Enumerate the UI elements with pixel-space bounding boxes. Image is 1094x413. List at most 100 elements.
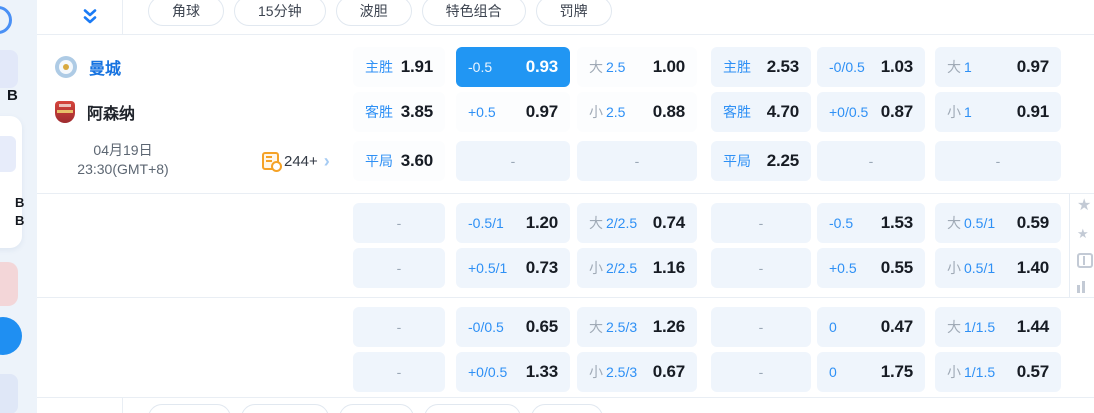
odds-label: 0: [829, 319, 837, 335]
odds-label: 小 2.5: [589, 104, 626, 120]
odds-cell-r2-c5[interactable]: +0/0.5 0.87: [817, 92, 925, 132]
left-sidebar-truncated: B B B: [0, 0, 37, 413]
match-actions-gutter: ★ ★: [1077, 194, 1094, 297]
odds-cell-r2-c3[interactable]: 小 2.5 0.88: [577, 92, 697, 132]
odds-cell-r2-c4[interactable]: 客胜 4.70: [711, 92, 811, 132]
odds-cell-r3-c2[interactable]: -: [456, 141, 570, 181]
odds-panel: 角球 15分钟 波胆 特色组合 罚牌 曼城 阿森纳 04月19日 23:30(GMT+8…: [37, 0, 1094, 413]
odds-cell-r5-c6[interactable]: 小 0.5/1 1.40: [935, 248, 1061, 288]
odds-cell-r3-c3[interactable]: -: [577, 141, 697, 181]
floating-action-button[interactable]: [0, 317, 22, 355]
match-datetime: 04月19日 23:30(GMT+8): [48, 141, 198, 181]
odds-cell-r4-c2[interactable]: -0.5/1 1.20: [456, 203, 570, 243]
market-tab-5[interactable]: 罚牌: [535, 0, 612, 26]
odds-cell-r6-c2[interactable]: -0/0.5 0.65: [456, 307, 570, 347]
next-match-tab-1[interactable]: [148, 404, 231, 413]
odds-cell-r6-c4[interactable]: -: [711, 307, 811, 347]
odds-label: -0.5/1: [468, 215, 504, 231]
odds-label: 小 2/2.5: [589, 260, 638, 276]
odds-cell-r3-c5[interactable]: -: [817, 141, 925, 181]
odds-cell-r1-c4[interactable]: 主胜 2.53: [711, 47, 811, 87]
star-icon[interactable]: ★: [1077, 227, 1089, 240]
next-match-tab-5[interactable]: [531, 404, 603, 413]
odds-cell-r5-c5[interactable]: +0.5 0.55: [817, 248, 925, 288]
odds-label: 大 2.5/3: [589, 319, 638, 335]
odds-cell-r1-c1[interactable]: 主胜 1.91: [353, 47, 445, 87]
screen-icon[interactable]: [1077, 253, 1093, 268]
odds-value: 1.44: [1016, 317, 1049, 336]
odds-cell-r2-c1[interactable]: 客胜 3.85: [353, 92, 445, 132]
home-team-row[interactable]: 曼城: [55, 47, 121, 87]
odds-value: 0.67: [652, 362, 685, 381]
odds-cell-r4-c5[interactable]: -0.5 1.53: [817, 203, 925, 243]
odds-value: 0.73: [525, 258, 558, 277]
odds-value: 0.59: [1016, 213, 1049, 232]
sidebar-partial-label: B: [7, 87, 18, 104]
odds-cell-r6-c5[interactable]: 0 0.47: [817, 307, 925, 347]
odds-value: 1.20: [525, 213, 558, 232]
odds-cell-r5-c1[interactable]: -: [353, 248, 445, 288]
market-tab-4[interactable]: 特色组合: [421, 0, 526, 26]
odds-cell-r2-c2[interactable]: +0.5 0.97: [456, 92, 570, 132]
away-team-name: 阿森纳: [87, 106, 136, 123]
odds-label: 客胜: [723, 104, 751, 120]
more-odds-link[interactable]: 244+ ›: [262, 141, 330, 181]
odds-value: 0.47: [880, 317, 913, 336]
odds-cell-r5-c3[interactable]: 小 2/2.5 1.16: [577, 248, 697, 288]
star-icon[interactable]: ★: [1077, 198, 1091, 214]
odds-value: 2.53: [766, 57, 799, 76]
odds-value: 1.91: [400, 57, 433, 76]
away-team-row[interactable]: 阿森纳: [55, 92, 135, 132]
odds-cell-r6-c3[interactable]: 大 2.5/3 1.26: [577, 307, 697, 347]
odds-label: 0: [829, 364, 837, 380]
odds-cell-r1-c6[interactable]: 大 1 0.97: [935, 47, 1061, 87]
odds-cell-r7-c5[interactable]: 0 1.75: [817, 352, 925, 392]
odds-label: 小 1/1.5: [947, 364, 996, 380]
double-chevron-down-icon: [83, 9, 97, 24]
circle-decoration: [0, 6, 12, 34]
odds-cell-r6-c1[interactable]: -: [353, 307, 445, 347]
odds-cell-r2-c6[interactable]: 小 1 0.91: [935, 92, 1061, 132]
odds-cell-r3-c1[interactable]: 平局 3.60: [353, 141, 445, 181]
market-tab-2[interactable]: 15分钟: [234, 0, 326, 26]
odds-cell-r1-c2[interactable]: -0.5 0.93: [456, 47, 570, 87]
odds-cell-r1-c5[interactable]: -0/0.5 1.03: [817, 47, 925, 87]
next-match-tab-2[interactable]: [241, 404, 329, 413]
odds-label: 客胜: [365, 104, 393, 120]
odds-cell-r7-c6[interactable]: 小 1/1.5 0.57: [935, 352, 1061, 392]
odds-label: 大 2.5: [589, 59, 626, 75]
odds-cell-r7-c3[interactable]: 小 2.5/3 0.67: [577, 352, 697, 392]
odds-cell-r4-c1[interactable]: -: [353, 203, 445, 243]
next-match-tab-4[interactable]: [424, 404, 521, 413]
odds-label: +0/0.5: [468, 364, 508, 380]
odds-cell-r6-c6[interactable]: 大 1/1.5 1.44: [935, 307, 1061, 347]
odds-cell-r3-c4[interactable]: 平局 2.25: [711, 141, 811, 181]
odds-label: 主胜: [365, 59, 393, 75]
odds-label: 小 0.5/1: [947, 260, 996, 276]
odds-count: 244+: [284, 152, 318, 170]
odds-cell-r4-c6[interactable]: 大 0.5/1 0.59: [935, 203, 1061, 243]
match-time: 23:30(GMT+8): [77, 161, 169, 177]
odds-cell-r3-c6[interactable]: -: [935, 141, 1061, 181]
odds-value: 4.70: [766, 102, 799, 121]
odds-cell-r7-c4[interactable]: -: [711, 352, 811, 392]
odds-value: 0.91: [1016, 102, 1049, 121]
odds-label: -0.5: [468, 59, 493, 75]
next-match-tab-3[interactable]: [339, 404, 414, 413]
collapse-button[interactable]: [58, 0, 123, 34]
market-tab-3[interactable]: 波胆: [335, 0, 412, 26]
odds-cell-r4-c3[interactable]: 大 2/2.5 0.74: [577, 203, 697, 243]
sidebar-item-block: [0, 262, 18, 306]
market-tab-1[interactable]: 角球: [148, 0, 224, 26]
odds-value: 1.40: [1016, 258, 1049, 277]
odds-label: 小1: [947, 104, 972, 120]
odds-cell-r1-c3[interactable]: 大 2.5 1.00: [577, 47, 697, 87]
odds-cell-r5-c2[interactable]: +0.5/1 0.73: [456, 248, 570, 288]
odds-value: 1.53: [880, 213, 913, 232]
chevron-right-icon: ›: [323, 151, 330, 171]
odds-cell-r7-c1[interactable]: -: [353, 352, 445, 392]
odds-cell-r4-c4[interactable]: -: [711, 203, 811, 243]
odds-cell-r5-c4[interactable]: -: [711, 248, 811, 288]
odds-cell-r7-c2[interactable]: +0/0.5 1.33: [456, 352, 570, 392]
bar-chart-icon[interactable]: [1077, 281, 1085, 293]
